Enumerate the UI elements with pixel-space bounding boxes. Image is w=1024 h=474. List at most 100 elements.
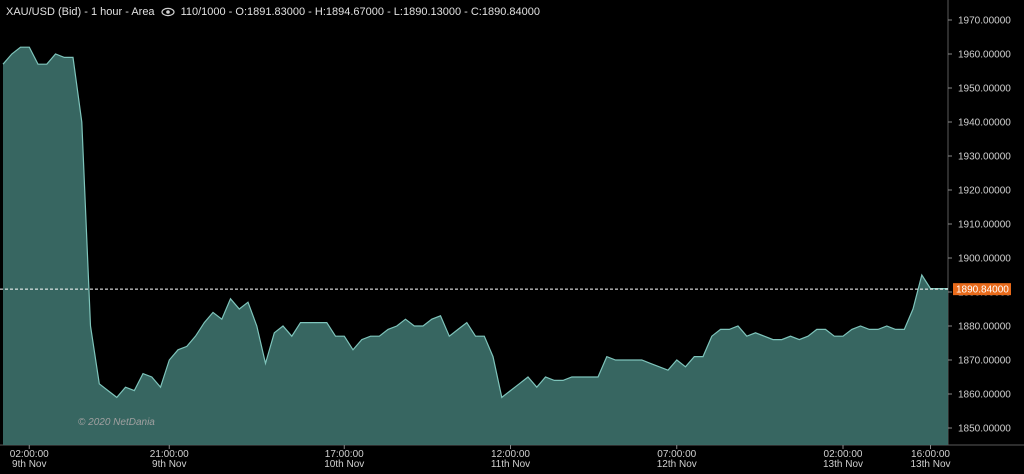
data-point: [903, 328, 906, 331]
data-point: [273, 331, 276, 334]
data-point: [553, 379, 556, 382]
chart-header: XAU/USD (Bid) - 1 hour - Area 110/1000 -…: [6, 6, 540, 18]
ohlc-readout: 110/1000 - O:1891.83000 - H:1894.67000 -…: [180, 6, 540, 18]
chart-container[interactable]: 1970.00000 1960.00000 1950.00000 1940.00000…: [0, 0, 1024, 470]
data-point: [159, 386, 162, 389]
data-point: [282, 325, 285, 328]
y-tick-label: 1900.00000: [958, 254, 1011, 265]
data-point: [492, 355, 495, 358]
x-tick-date: 12th Nov: [657, 459, 697, 469]
data-point: [815, 328, 818, 331]
data-point: [597, 376, 600, 379]
data-point: [850, 328, 853, 331]
data-point: [798, 338, 801, 341]
data-point: [80, 121, 83, 124]
data-point: [877, 328, 880, 331]
y-tick-label: 1920.00000: [958, 186, 1011, 197]
data-point: [632, 359, 635, 362]
data-point: [842, 335, 845, 338]
y-tick-label: 1880.00000: [958, 322, 1011, 333]
data-point: [649, 362, 652, 365]
data-point: [89, 325, 92, 328]
data-point: [194, 335, 197, 338]
data-point: [483, 335, 486, 338]
y-axis: 1970.00000 1960.00000 1950.00000 1940.00000…: [948, 16, 1011, 435]
data-point: [868, 328, 871, 331]
data-point: [290, 335, 293, 338]
data-point: [527, 376, 530, 379]
y-tick-label: 1930.00000: [958, 152, 1011, 163]
data-point: [63, 56, 66, 59]
data-point: [54, 53, 57, 56]
data-point: [37, 63, 40, 66]
data-point: [745, 335, 748, 338]
data-point: [299, 321, 302, 324]
data-point: [457, 328, 460, 331]
data-point: [422, 325, 425, 328]
price-area: [3, 47, 948, 445]
data-point: [824, 328, 827, 331]
data-point: [369, 335, 372, 338]
data-point: [702, 355, 705, 358]
eye-icon[interactable]: [160, 7, 175, 17]
data-point: [28, 46, 31, 49]
last-price-tag: 1890.84000: [953, 283, 1011, 296]
data-point: [177, 348, 180, 351]
data-point: [885, 325, 888, 328]
data-point: [772, 338, 775, 341]
data-point: [378, 335, 381, 338]
x-tick-date: 10th Nov: [324, 459, 364, 469]
data-point: [10, 53, 13, 56]
data-point: [308, 321, 311, 324]
data-point: [360, 338, 363, 341]
data-point: [150, 376, 153, 379]
data-point: [658, 365, 661, 368]
data-point: [509, 389, 512, 392]
data-point: [614, 359, 617, 362]
data-point: [737, 325, 740, 328]
y-tick-label: 1870.00000: [958, 356, 1011, 367]
data-point: [430, 318, 433, 321]
data-point: [98, 382, 101, 385]
data-point: [894, 328, 897, 331]
data-point: [859, 325, 862, 328]
data-point: [238, 308, 241, 311]
data-point: [220, 318, 223, 321]
data-point: [500, 396, 503, 399]
x-tick-date: 9th Nov: [12, 459, 46, 469]
data-point: [439, 314, 442, 317]
data-point: [474, 335, 477, 338]
data-point: [728, 328, 731, 331]
data-point: [920, 274, 923, 277]
data-point: [212, 311, 215, 314]
y-tick-label: 1850.00000: [958, 424, 1011, 435]
data-point: [395, 325, 398, 328]
data-point: [124, 386, 127, 389]
data-point: [789, 335, 792, 338]
area-chart[interactable]: 1970.00000 1960.00000 1950.00000 1940.00000…: [0, 0, 1024, 470]
last-price-label: 1890.84000: [956, 285, 1009, 296]
data-point: [833, 335, 836, 338]
data-point: [168, 359, 171, 362]
data-point: [115, 396, 118, 399]
data-point: [203, 321, 206, 324]
data-point: [684, 365, 687, 368]
data-point: [675, 359, 678, 362]
data-point: [535, 386, 538, 389]
data-point: [352, 348, 355, 351]
instrument-label: XAU/USD (Bid) - 1 hour - Area: [6, 6, 155, 18]
data-point: [693, 355, 696, 358]
data-point: [579, 376, 582, 379]
data-point: [605, 355, 608, 358]
data-point: [938, 287, 941, 290]
data-point: [640, 359, 643, 362]
y-tick-label: 1860.00000: [958, 390, 1011, 401]
data-point: [780, 338, 783, 341]
data-point: [710, 335, 713, 338]
data-point: [325, 321, 328, 324]
data-point: [72, 56, 75, 59]
x-tick-date: 13th Nov: [823, 459, 863, 469]
x-tick-date: 13th Nov: [910, 459, 950, 469]
data-point: [264, 362, 267, 365]
data-point: [588, 376, 591, 379]
